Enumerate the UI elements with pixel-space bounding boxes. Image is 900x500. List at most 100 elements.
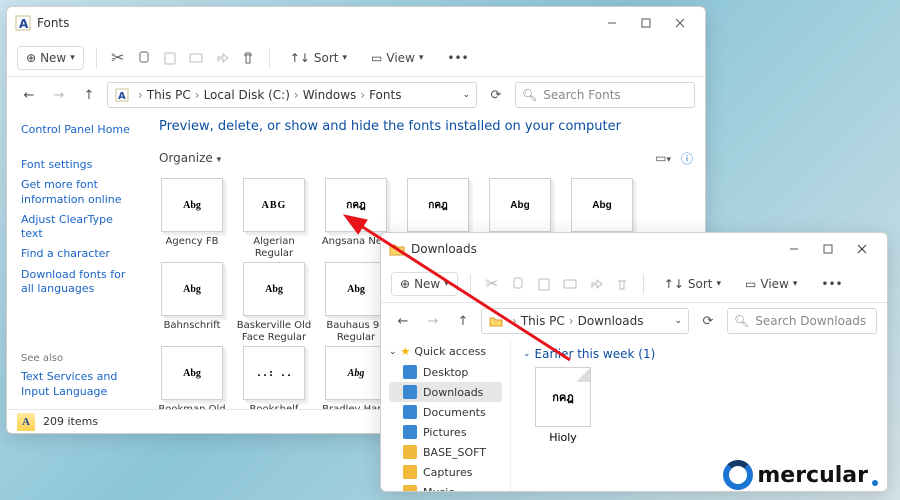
search-input[interactable]: 🔍︎ Search Fonts <box>515 82 695 108</box>
font-item[interactable]: AbgBaskerville Old Face Regular <box>233 262 315 344</box>
back-button[interactable]: ← <box>391 309 415 333</box>
quick-access-item[interactable]: Downloads <box>389 382 502 402</box>
sidebar-link[interactable]: Get more font information online <box>21 178 133 207</box>
font-item[interactable]: ..: ..Bookshelf <box>233 346 315 409</box>
font-thumb: Abg <box>161 178 223 232</box>
font-label: Algerian Regular <box>233 236 315 260</box>
folder-icon <box>403 365 417 379</box>
view-button[interactable]: ▭View▾ <box>363 47 431 69</box>
quick-access-header[interactable]: ⌄★Quick access <box>389 345 502 358</box>
folder-icon <box>403 465 417 479</box>
svg-text:A: A <box>118 91 126 102</box>
chevron-down-icon[interactable]: ⌄ <box>462 90 470 100</box>
toolbar: ⊕New▾ ✂ ↑↓Sort▾ ▭View▾ ••• <box>7 39 705 77</box>
window-controls <box>777 235 879 263</box>
quick-access-item[interactable]: BASE_SOFT <box>389 442 502 462</box>
sort-button[interactable]: ↑↓Sort▾ <box>282 47 355 69</box>
sidebar-link[interactable]: Download fonts for all languages <box>21 268 133 297</box>
refresh-button[interactable]: ⟳ <box>483 82 509 108</box>
font-thumb: Abg <box>489 178 551 232</box>
close-button[interactable] <box>845 235 879 263</box>
plus-icon: ⊕ <box>400 277 410 291</box>
cut-icon[interactable]: ✂ <box>483 275 501 293</box>
paste-icon[interactable] <box>535 275 553 293</box>
up-button[interactable]: ↑ <box>451 309 475 333</box>
copy-icon[interactable] <box>135 49 153 67</box>
breadcrumb[interactable]: A › This PC› Local Disk (C:)› Windows› F… <box>107 82 477 108</box>
copy-icon[interactable] <box>509 275 527 293</box>
breadcrumb[interactable]: › This PC› Downloads ⌄ <box>481 308 689 334</box>
breadcrumb-segment[interactable]: Windows <box>303 88 357 102</box>
window-controls <box>595 9 697 37</box>
back-button[interactable]: ← <box>17 83 41 107</box>
help-icon[interactable]: ⓘ <box>681 150 693 167</box>
sidebar-link[interactable]: Font settings <box>21 158 133 172</box>
file-item[interactable]: กคฎ Hioly <box>523 367 603 444</box>
quick-access-item[interactable]: Pictures <box>389 422 502 442</box>
more-button[interactable]: ••• <box>439 47 476 69</box>
organize-button[interactable]: Organize ▾ <box>159 151 221 165</box>
toolbar: ⊕New▾ ✂ ↑↓Sort▾ ▭View▾ ••• <box>381 265 887 303</box>
font-item[interactable]: AbgAgency FB <box>151 178 233 260</box>
navbar: ← → ↑ A › This PC› Local Disk (C:)› Wind… <box>7 77 705 113</box>
layout-icon[interactable]: ▭▾ <box>655 151 671 165</box>
delete-icon[interactable] <box>239 49 257 67</box>
group-header[interactable]: ⌄Earlier this week (1) <box>523 347 875 361</box>
breadcrumb-segment[interactable]: Downloads <box>578 314 644 328</box>
window-title: Fonts <box>37 16 69 30</box>
font-item[interactable]: AbgBahnschrift <box>151 262 233 344</box>
page-header: Preview, delete, or show and hide the fo… <box>147 113 705 144</box>
share-icon[interactable] <box>587 275 605 293</box>
delete-icon[interactable] <box>613 275 631 293</box>
minimize-button[interactable] <box>595 9 629 37</box>
sidebar-link[interactable]: Adjust ClearType text <box>21 213 133 242</box>
paste-icon[interactable] <box>161 49 179 67</box>
seealso-link[interactable]: Text Services and Input Language <box>21 370 133 399</box>
view-button[interactable]: ▭View▾ <box>737 273 805 295</box>
folder-icon <box>403 385 417 399</box>
rename-icon[interactable] <box>561 275 579 293</box>
breadcrumb-segment[interactable]: Local Disk (C:) <box>204 88 290 102</box>
quick-access-item[interactable]: Music <box>389 482 502 491</box>
sidebar-link[interactable]: Find a character <box>21 247 133 261</box>
search-icon: 🔍︎ <box>522 88 537 102</box>
quick-access-item[interactable]: Desktop <box>389 362 502 382</box>
font-thumb: Abg <box>325 346 387 400</box>
new-button[interactable]: ⊕New▾ <box>391 272 458 296</box>
up-button[interactable]: ↑ <box>77 83 101 107</box>
folder-icon <box>403 425 417 439</box>
breadcrumb-segment[interactable]: Fonts <box>369 88 401 102</box>
rename-icon[interactable] <box>187 49 205 67</box>
more-button[interactable]: ••• <box>813 273 850 295</box>
breadcrumb-segment[interactable]: This PC <box>521 314 565 328</box>
search-input[interactable]: 🔍︎ Search Downloads <box>727 308 877 334</box>
cut-icon[interactable]: ✂ <box>109 49 127 67</box>
navbar: ← → ↑ › This PC› Downloads ⌄ ⟳ 🔍︎ Search… <box>381 303 887 339</box>
close-button[interactable] <box>663 9 697 37</box>
status-text: 209 items <box>43 415 98 428</box>
minimize-button[interactable] <box>777 235 811 263</box>
downloads-folder-icon <box>389 241 405 257</box>
search-icon: 🔍︎ <box>734 314 749 328</box>
forward-button[interactable]: → <box>421 309 445 333</box>
share-icon[interactable] <box>213 49 231 67</box>
quick-access-item[interactable]: Captures <box>389 462 502 482</box>
maximize-button[interactable] <box>629 9 663 37</box>
chevron-down-icon[interactable]: ⌄ <box>674 316 682 326</box>
refresh-button[interactable]: ⟳ <box>695 308 721 334</box>
logo-text: mercular <box>757 463 868 488</box>
font-label: Bahnschrift <box>164 320 221 344</box>
sort-button[interactable]: ↑↓Sort▾ <box>656 273 729 295</box>
font-item[interactable]: ABG Algerian Regular <box>233 178 315 260</box>
quick-access-item[interactable]: Documents <box>389 402 502 422</box>
maximize-button[interactable] <box>811 235 845 263</box>
forward-button[interactable]: → <box>47 83 71 107</box>
view-icon: ▭ <box>371 51 382 65</box>
breadcrumb-segment[interactable]: This PC <box>147 88 191 102</box>
sidebar-home[interactable]: Control Panel Home <box>21 123 133 136</box>
sidebar: Control Panel Home Font settings Get mor… <box>7 113 147 409</box>
font-item[interactable]: AbgBookman Old <box>151 346 233 409</box>
font-thumb: ABG <box>243 178 305 232</box>
new-button[interactable]: ⊕New▾ <box>17 46 84 70</box>
folder-icon <box>403 445 417 459</box>
